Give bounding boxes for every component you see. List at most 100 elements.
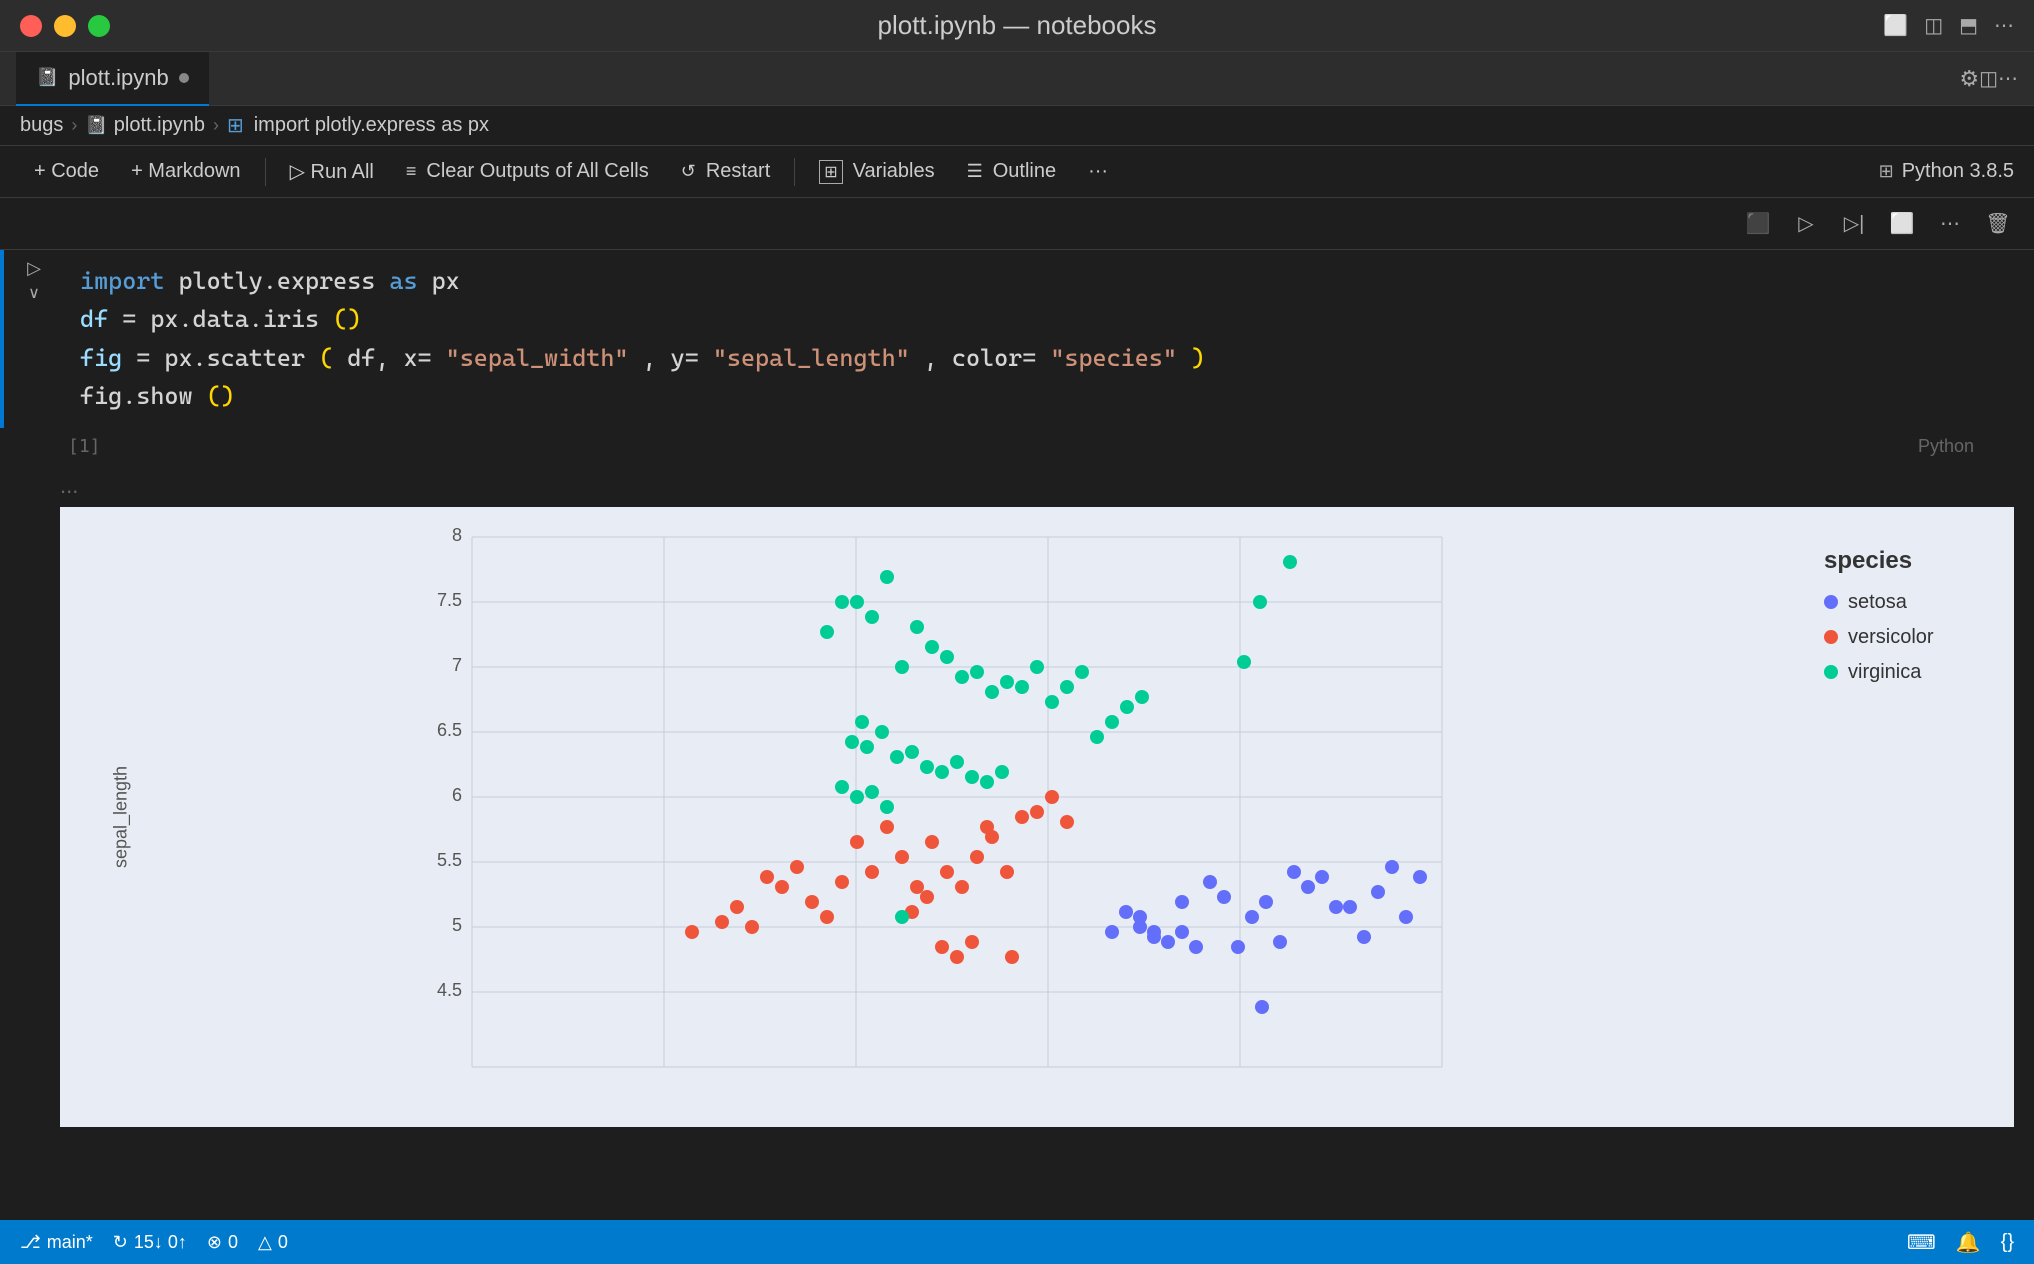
variables-button[interactable]: ⊞ Variables bbox=[805, 154, 948, 190]
add-markdown-label: + Markdown bbox=[131, 160, 241, 183]
brackets-icon[interactable]: {} bbox=[2001, 1231, 2014, 1254]
toolbar-sep-1 bbox=[265, 158, 266, 186]
close-button[interactable] bbox=[20, 15, 42, 37]
breadcrumb-sep-2: › bbox=[213, 115, 219, 136]
code-line-4: fig.show () bbox=[80, 377, 2018, 415]
cell-number: [1] bbox=[60, 432, 109, 461]
toolbar-sep-2 bbox=[794, 158, 795, 186]
breadcrumb-notebook-icon: 📓 bbox=[85, 115, 107, 136]
error-icon: ⊗ bbox=[207, 1232, 222, 1253]
code-line-3: fig = px.scatter ( df, x= "sepal_width" … bbox=[80, 339, 2018, 377]
svg-text:4.5: 4.5 bbox=[437, 980, 462, 1000]
cell-run-button[interactable]: ▷ bbox=[1786, 206, 1826, 242]
sync-icon: ↻ bbox=[113, 1232, 128, 1253]
layout-icon[interactable]: ⬜ bbox=[1883, 13, 1908, 38]
cell-language: Python bbox=[1918, 436, 1974, 457]
warning-status[interactable]: △ 0 bbox=[258, 1232, 288, 1253]
add-markdown-button[interactable]: + Markdown bbox=[117, 154, 255, 190]
legend-item-setosa: setosa bbox=[1824, 591, 1984, 614]
python-badge: ⊞ Python 3.8.5 bbox=[1879, 160, 2014, 183]
statusbar: ⎇ main* ↻ 15↓ 0↑ ⊗ 0 △ 0 ⌨ 🔔 {} bbox=[0, 1220, 2034, 1264]
panel-layout-icon[interactable]: ◫ bbox=[1979, 66, 1998, 91]
split-h-icon[interactable]: ◫ bbox=[1924, 13, 1943, 38]
breadcrumb-bugs[interactable]: bugs bbox=[20, 114, 63, 137]
svg-text:7: 7 bbox=[452, 655, 462, 675]
tab-more-icon[interactable]: ⋯ bbox=[1998, 66, 2018, 91]
tabbar: 📓 plott.ipynb ⚙ ◫ ⋯ bbox=[0, 52, 2034, 106]
restart-icon: ↺ bbox=[681, 161, 696, 182]
add-code-button[interactable]: + Code bbox=[20, 154, 113, 190]
notebook-icon: 📓 bbox=[36, 67, 58, 88]
outline-icon: ☰ bbox=[967, 161, 983, 182]
svg-text:5.5: 5.5 bbox=[437, 850, 462, 870]
sync-label: 15↓ 0↑ bbox=[134, 1232, 187, 1253]
cell-run-next-button[interactable]: ▷| bbox=[1834, 206, 1874, 242]
branch-icon: ⎇ bbox=[20, 1232, 41, 1253]
outline-button[interactable]: ☰ Outline bbox=[953, 154, 1071, 190]
svg-text:5: 5 bbox=[452, 915, 462, 935]
warning-icon: △ bbox=[258, 1232, 272, 1253]
tab-label: plott.ipynb bbox=[68, 65, 168, 91]
branch-status[interactable]: ⎇ main* bbox=[20, 1232, 93, 1253]
feedback-icon[interactable]: ⌨ bbox=[1907, 1230, 1936, 1255]
restart-label: Restart bbox=[706, 160, 770, 183]
branch-label: main* bbox=[47, 1232, 93, 1253]
tab-plott[interactable]: 📓 plott.ipynb bbox=[16, 52, 209, 106]
clear-icon: ≡ bbox=[406, 161, 417, 182]
error-status[interactable]: ⊗ 0 bbox=[207, 1232, 238, 1253]
import-icon: ⊞ bbox=[227, 113, 244, 138]
python-label: Python 3.8.5 bbox=[1902, 160, 2014, 183]
sync-status[interactable]: ↻ 15↓ 0↑ bbox=[113, 1232, 187, 1253]
modified-dot bbox=[179, 73, 189, 83]
python-icon: ⊞ bbox=[1879, 161, 1894, 182]
legend-title: species bbox=[1824, 547, 1984, 575]
settings-button[interactable]: ⚙ bbox=[1959, 66, 1979, 92]
minimize-button[interactable] bbox=[54, 15, 76, 37]
versicolor-dot bbox=[1824, 630, 1838, 644]
chart-container: sepal_length 8 7.5 7 bbox=[60, 507, 2014, 1127]
toolbar-more-button[interactable]: ··· bbox=[1074, 154, 1122, 190]
clear-outputs-label: Clear Outputs of All Cells bbox=[426, 160, 648, 183]
code-line-2: df = px.data.iris () bbox=[80, 300, 2018, 338]
add-code-label: + Code bbox=[34, 160, 99, 183]
cell-footer: [1] Python bbox=[0, 428, 2034, 465]
legend-item-virginica: virginica bbox=[1824, 661, 1984, 684]
maximize-button[interactable] bbox=[88, 15, 110, 37]
window-title: plott.ipynb — notebooks bbox=[878, 10, 1157, 41]
breadcrumb-file[interactable]: 📓 plott.ipynb bbox=[85, 114, 205, 137]
outline-label: Outline bbox=[993, 160, 1056, 183]
warning-count: 0 bbox=[278, 1232, 288, 1253]
cell-code-content[interactable]: import plotly.express as px df = px.data… bbox=[64, 250, 2034, 428]
code-line-1: import plotly.express as px bbox=[80, 262, 2018, 300]
breadcrumb-file-label: plott.ipynb bbox=[114, 114, 205, 137]
variables-label: Variables bbox=[853, 160, 935, 183]
split-v-icon[interactable]: ⬒ bbox=[1959, 13, 1978, 38]
collapse-button[interactable]: ∨ bbox=[28, 283, 40, 303]
code-cell: ▷ ∨ import plotly.express as px df = px.… bbox=[0, 250, 2034, 428]
breadcrumb-code[interactable]: ⊞ import plotly.express as px bbox=[227, 113, 489, 138]
setosa-dot bbox=[1824, 595, 1838, 609]
run-all-label: ▷ Run All bbox=[290, 159, 374, 184]
cell-move-up-button[interactable]: ⬛ bbox=[1738, 206, 1778, 242]
restart-button[interactable]: ↺ Restart bbox=[667, 154, 785, 190]
svg-text:6.5: 6.5 bbox=[437, 720, 462, 740]
cell-expand-button[interactable]: ⬜ bbox=[1882, 206, 1922, 242]
titlebar: plott.ipynb — notebooks ⬜ ◫ ⬒ ⋯ bbox=[0, 0, 2034, 52]
y-axis-label: sepal_length bbox=[111, 766, 132, 868]
run-cell-button[interactable]: ▷ bbox=[27, 258, 41, 279]
more-icon[interactable]: ⋯ bbox=[1994, 13, 2014, 38]
cell-delete-button[interactable]: 🗑 bbox=[1978, 206, 2018, 242]
virginica-dot bbox=[1824, 665, 1838, 679]
error-count: 0 bbox=[228, 1232, 238, 1253]
breadcrumb-sep-1: › bbox=[71, 115, 77, 136]
scatter-chart: 8 7.5 7 6.5 6 5.5 5 4.5 bbox=[80, 527, 1794, 1107]
clear-outputs-button[interactable]: ≡ Clear Outputs of All Cells bbox=[392, 154, 663, 190]
run-all-button[interactable]: ▷ Run All bbox=[276, 154, 388, 190]
svg-text:8: 8 bbox=[452, 527, 462, 545]
notification-icon[interactable]: 🔔 bbox=[1956, 1230, 1981, 1255]
cell-more-button[interactable]: ⋯ bbox=[1930, 206, 1970, 242]
code-import-kw: import bbox=[80, 267, 164, 295]
window-controls bbox=[20, 15, 110, 37]
toolbar: + Code + Markdown ▷ Run All ≡ Clear Outp… bbox=[0, 146, 2034, 198]
toolbar-more-label: ··· bbox=[1088, 160, 1108, 183]
